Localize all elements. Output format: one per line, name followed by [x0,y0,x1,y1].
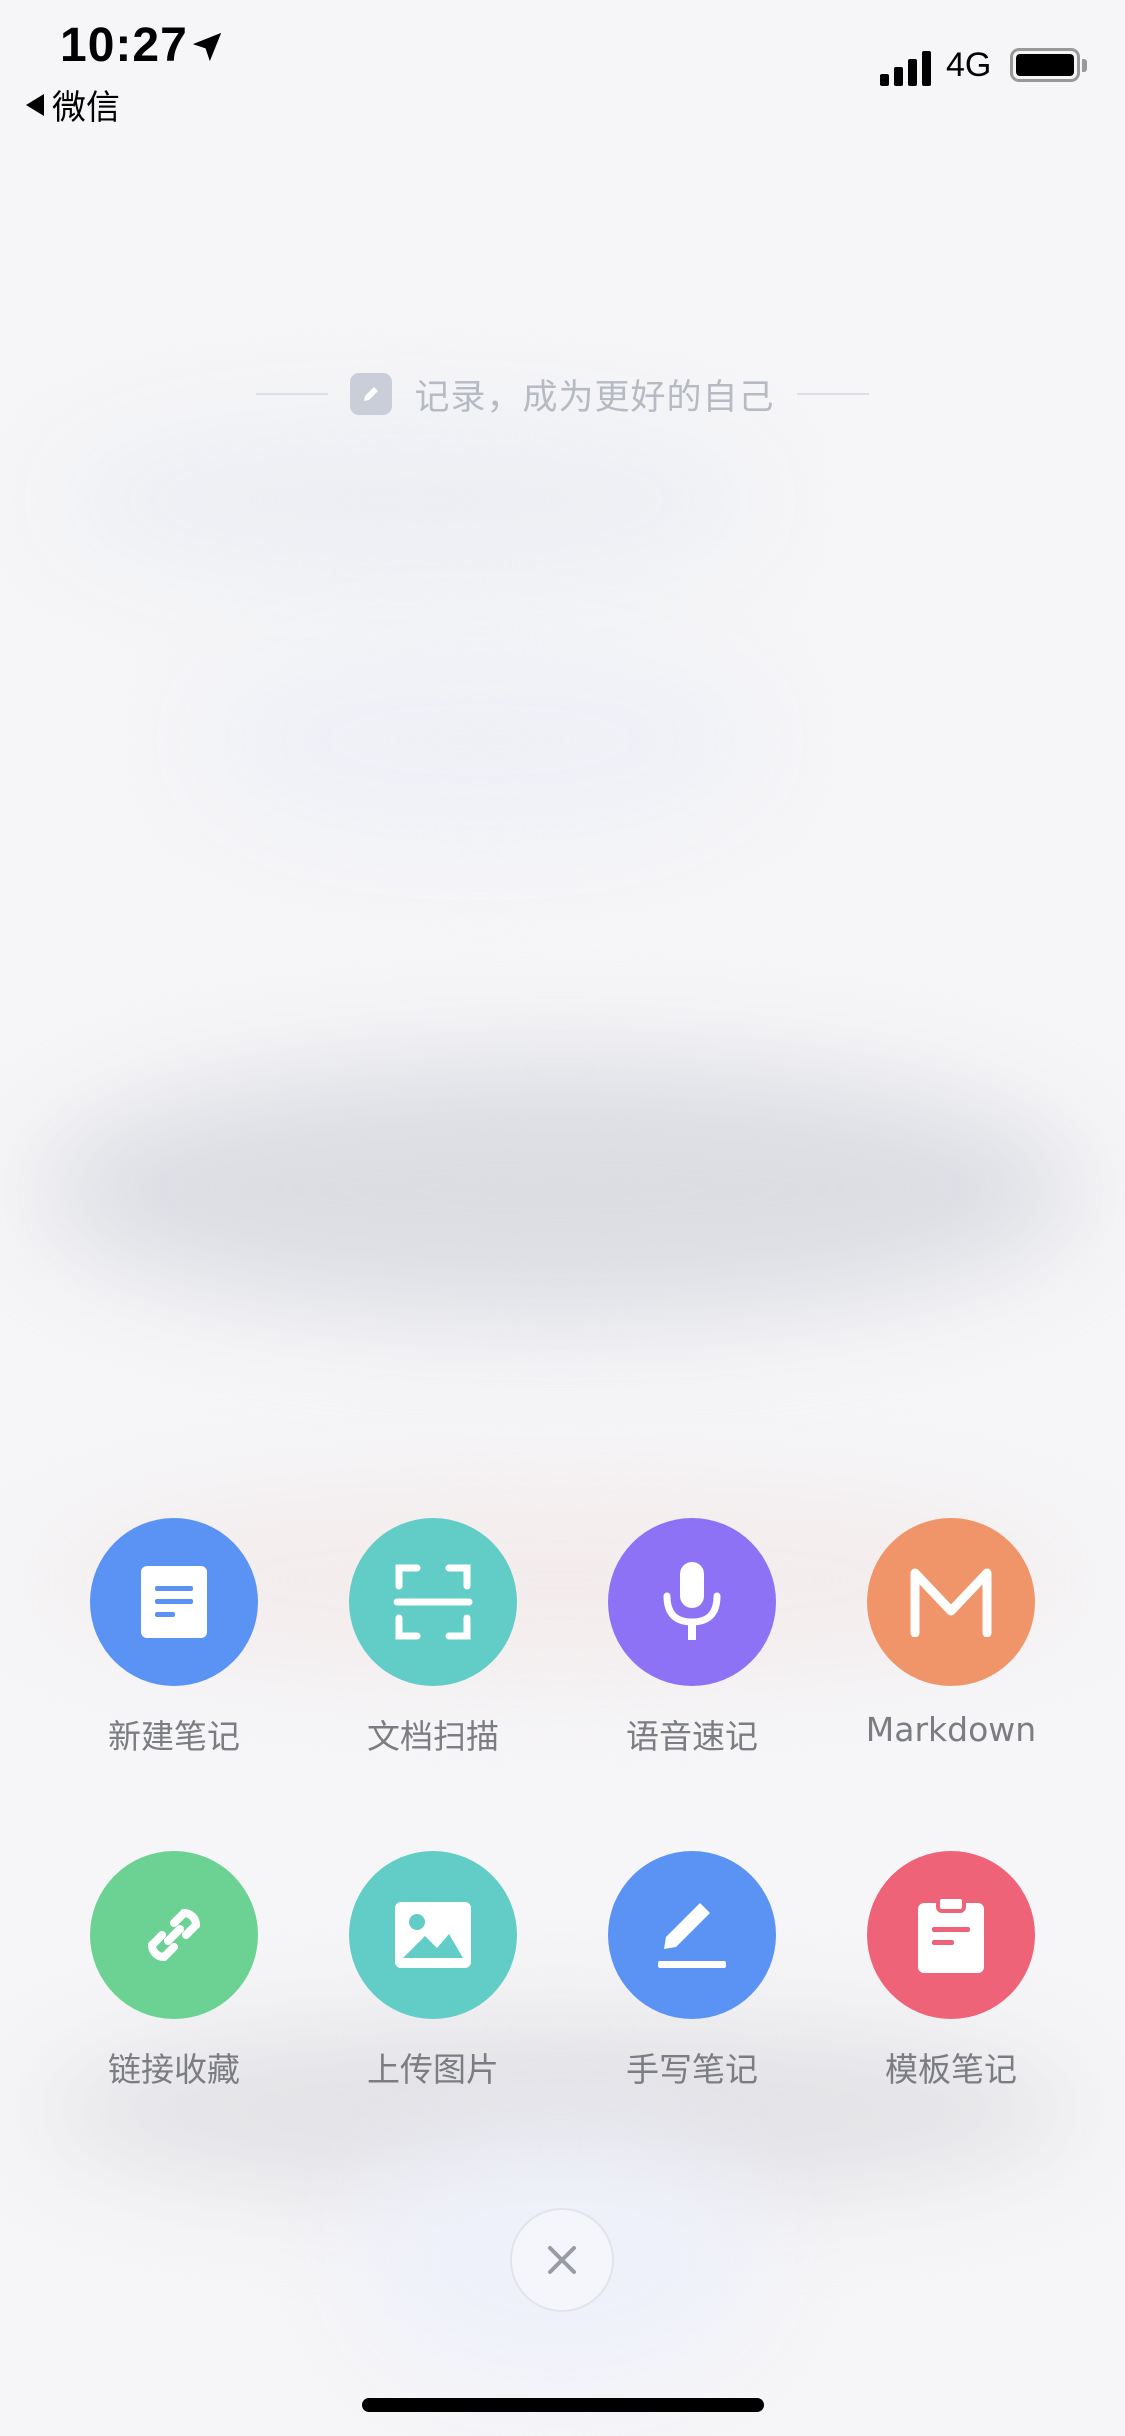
battery-icon [1010,48,1080,82]
background-blur [60,420,760,580]
markdown-m-icon [910,1568,992,1637]
home-indicator[interactable] [362,2398,764,2412]
action-label: 上传图片 [367,2050,499,2089]
pen-icon [658,1903,726,1968]
status-time: 10:27 [60,19,188,72]
action-circle [867,1851,1035,2019]
template-note-button[interactable]: 模板笔记 [821,1851,1081,2111]
close-icon [548,2246,576,2274]
divider-right [796,393,869,395]
action-circle [608,1518,776,1686]
voice-memo-button[interactable]: 语音速记 [562,1518,822,1778]
link-icon [147,1908,201,1962]
link-bookmark-button[interactable]: 链接收藏 [44,1851,304,2111]
document-scan-button[interactable]: 文档扫描 [303,1518,563,1778]
markdown-button[interactable]: Markdown [821,1518,1081,1778]
action-label: 语音速记 [626,1717,758,1756]
action-label: 链接收藏 [108,2050,240,2089]
cellular-signal-icon [880,48,936,86]
background-blur [40,1060,1080,1320]
microphone-icon [663,1562,721,1640]
divider-left [256,393,329,395]
action-circle [608,1851,776,2019]
back-to-app-button[interactable]: 微信 [26,80,120,129]
location-arrow-icon [192,32,222,62]
network-type: 4G [946,46,992,84]
action-circle [867,1518,1035,1686]
clipboard-icon [918,1895,984,1973]
action-label: 文档扫描 [367,1717,499,1756]
background-blur [200,640,760,840]
scan-icon [393,1564,473,1640]
slogan: 记录，成为更好的自己 [0,362,1125,426]
action-circle [349,1851,517,2019]
status-bar: 10:27 微信 4G [0,0,1125,140]
action-circle [90,1851,258,2019]
action-label: Markdown [865,1710,1037,1749]
action-circle [349,1518,517,1686]
document-icon [141,1566,207,1638]
action-label: 手写笔记 [626,2050,758,2089]
action-label: 模板笔记 [885,2050,1017,2089]
handwriting-note-button[interactable]: 手写笔记 [562,1851,822,2111]
slogan-text: 记录，成为更好的自己 [414,377,775,418]
battery-cap [1082,59,1087,72]
edit-icon [350,373,393,415]
back-triangle-icon [26,93,44,116]
back-app-label: 微信 [52,88,120,128]
action-label: 新建笔记 [108,1717,240,1756]
action-circle [90,1518,258,1686]
close-button[interactable] [510,2208,614,2312]
image-icon [395,1902,471,1968]
new-note-button[interactable]: 新建笔记 [44,1518,304,1778]
upload-image-button[interactable]: 上传图片 [303,1851,563,2111]
